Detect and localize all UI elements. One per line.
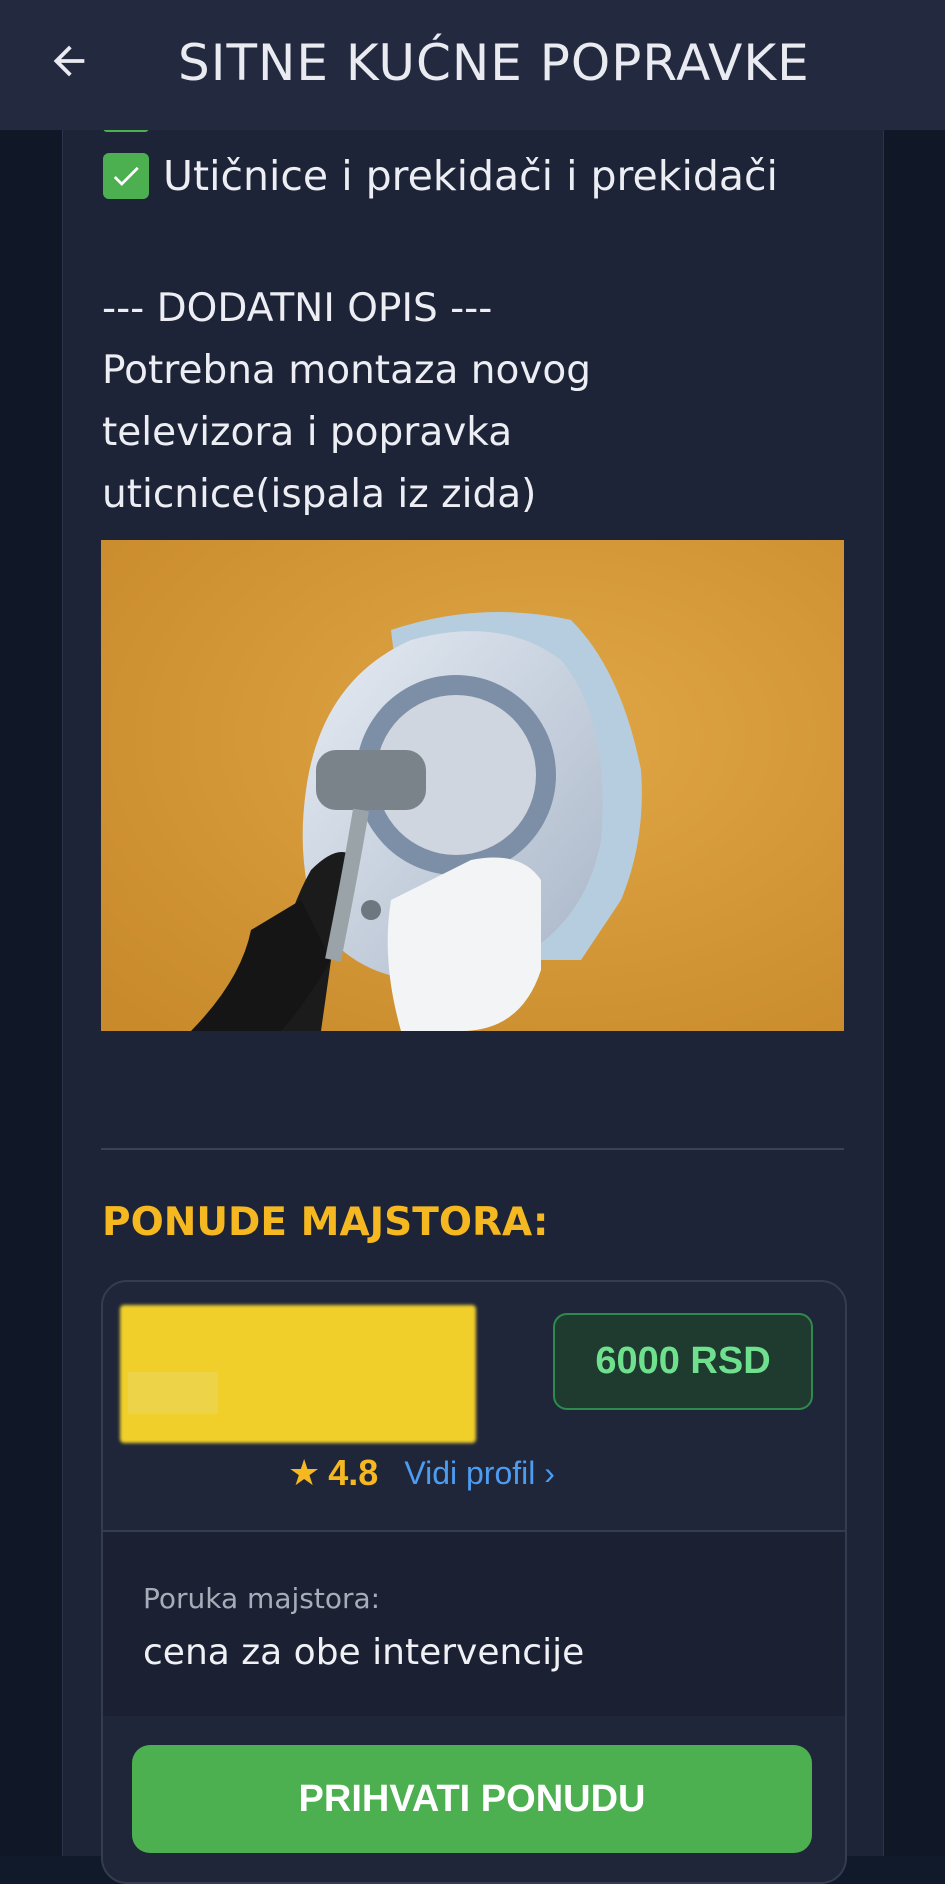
section-divider [101,1148,844,1150]
description-line: Potrebna montaza novog [102,348,592,393]
page-title: SITNE KUĆNE POPRAVKE [178,34,810,92]
description-line: televizora i popravka [102,410,513,455]
offer-message-area: Poruka majstora: cena za obe intervencij… [103,1532,845,1716]
message-text: cena za obe intervencije [143,1632,585,1673]
redacted-avatar-name [128,1372,218,1414]
message-label: Poruka majstora: [143,1582,381,1615]
price-badge: 6000 RSD [553,1313,813,1410]
description-line: uticnice(ispala iz zida) [102,472,537,517]
broken-socket-photo [101,540,844,1031]
attached-photo[interactable] [101,540,844,1031]
description-heading: --- DODATNI OPIS --- [102,286,493,331]
offers-heading: PONUDE MAJSTORA: [102,1200,549,1245]
rating-value: 4.8 [328,1452,379,1493]
rating-row: ★ 4.8 Vidi profil › [288,1452,555,1494]
service-item: Utičnice i prekidači i prekidači [103,152,778,200]
service-item-label: Utičnice i prekidači i prekidači [163,152,778,200]
additional-description: --- DODATNI OPIS --- Potrebna montaza no… [102,278,842,526]
star-icon: ★ [288,1452,321,1493]
app-bar: SITNE KUĆNE POPRAVKE [0,0,945,130]
back-button[interactable] [38,30,100,92]
view-profile-link[interactable]: Vidi profil › [404,1455,555,1492]
check-box-icon [103,153,149,199]
arrow-left-icon [53,45,85,77]
accept-offer-button[interactable]: PRIHVATI PONUDU [132,1745,812,1853]
